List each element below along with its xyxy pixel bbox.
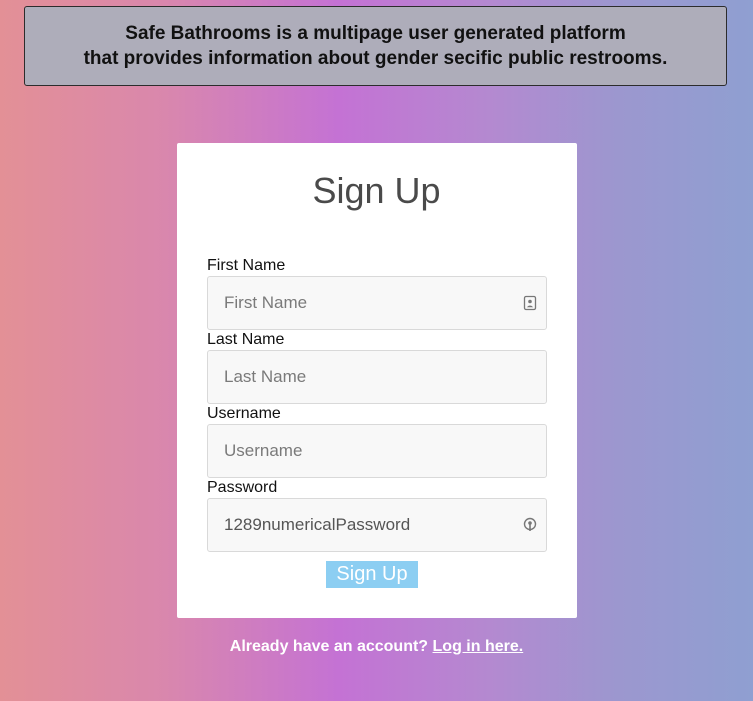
contact-card-icon[interactable]: [523, 295, 537, 311]
first-name-field-box: [207, 276, 547, 330]
signup-button[interactable]: Sign Up: [326, 561, 418, 588]
password-label: Password: [207, 479, 278, 496]
username-input[interactable]: [208, 425, 546, 477]
last-name-input[interactable]: [208, 351, 546, 403]
banner-line-2: that provides information about gender s…: [83, 48, 668, 69]
password-input[interactable]: [208, 499, 546, 551]
last-name-label: Last Name: [207, 331, 285, 348]
banner-line-1: Safe Bathrooms is a multipage user gener…: [125, 23, 626, 44]
first-name-input[interactable]: [208, 277, 546, 329]
password-field-box: [207, 498, 547, 552]
password-key-icon[interactable]: [523, 517, 537, 533]
username-label: Username: [207, 405, 281, 422]
last-name-field-box: [207, 350, 547, 404]
login-link[interactable]: Log in here.: [433, 638, 524, 655]
intro-banner: Safe Bathrooms is a multipage user gener…: [24, 6, 727, 86]
first-name-label: First Name: [207, 257, 286, 274]
page-title: Sign Up: [312, 170, 441, 211]
login-prompt-text: Already have an account?: [229, 638, 429, 655]
login-prompt: Already have an account? Log in here.: [0, 638, 753, 656]
username-field-box: [207, 424, 547, 478]
